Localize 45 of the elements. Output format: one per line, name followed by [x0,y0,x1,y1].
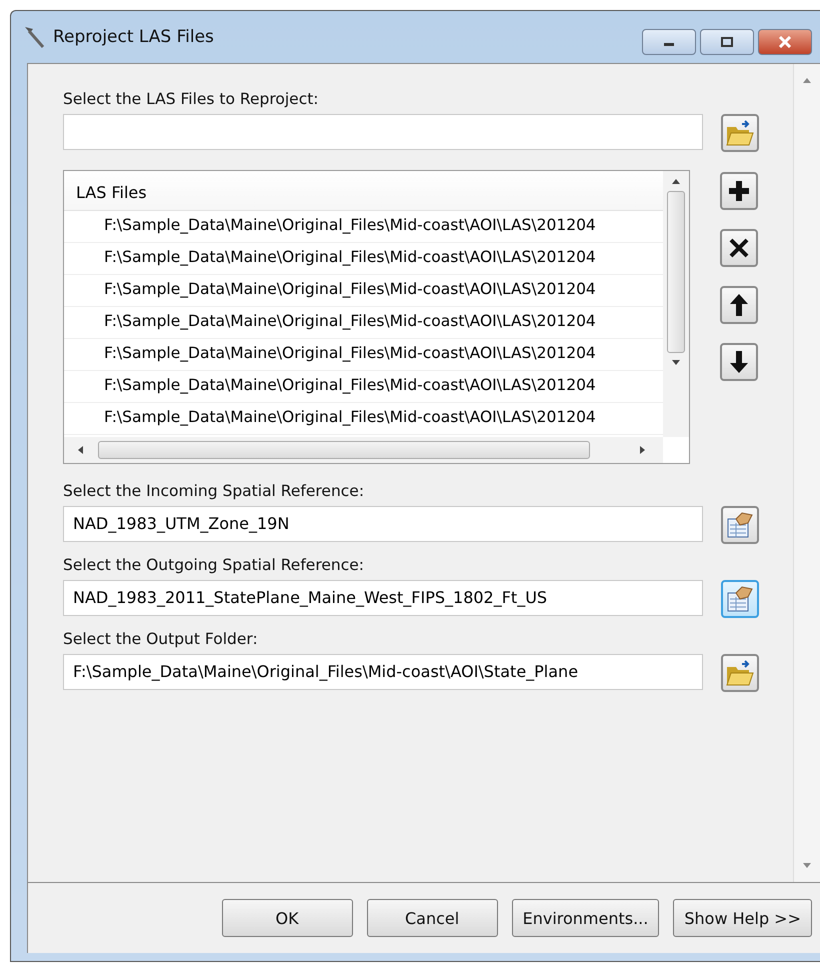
field-label: Select the Outgoing Spatial Reference: [63,556,365,574]
browse-button[interactable] [721,654,759,692]
dialog-button[interactable]: Environments... [512,899,660,937]
remove-button[interactable] [720,229,758,267]
scroll-left-icon [76,444,84,456]
move-down-button[interactable] [720,343,758,381]
scroll-up-icon [801,76,813,84]
list-row[interactable]: F:\Sample_Data\Maine\Original_Files\Mid-coast\AOI\LAS\201204 [64,211,663,243]
scroll-thumb[interactable] [98,441,590,459]
dialog-button[interactable]: Cancel [366,899,498,937]
scroll-up-icon [670,177,682,185]
maximize-icon [720,37,734,47]
list-row[interactable]: F:\Sample_Data\Maine\Original_Files\Mid-coast\AOI\LAS\201204 [64,243,663,275]
list-row[interactable]: F:\Sample_Data\Maine\Original_Files\Mid-coast\AOI\LAS\201204 [64,339,663,371]
scroll-thumb[interactable] [667,191,685,353]
plus-icon [726,178,752,204]
scroll-down-icon [801,862,813,870]
input-field[interactable] [63,114,703,150]
close-icon [777,36,793,48]
vertical-scrollbar[interactable] [793,64,820,882]
field-label: Select the Incoming Spatial Reference: [63,482,366,500]
vertical-scrollbar[interactable] [663,171,689,437]
field-label: Select the Output Folder: [63,630,259,648]
dialog-button[interactable]: Show Help >> [673,899,812,937]
browse-button[interactable] [721,580,759,618]
minimize-button[interactable] [642,29,696,55]
list-row[interactable]: F:\Sample_Data\Maine\Original_Files\Mid-coast\AOI\LAS\201204 [64,371,663,403]
list-row[interactable]: F:\Sample_Data\Maine\Original_Files\Mid-coast\AOI\LAS\201204 [64,403,663,435]
input-field[interactable]: NAD_1983_2011_StatePlane_Maine_West_FIPS_1802_Ft_US [63,580,703,616]
maximize-button[interactable] [700,29,754,55]
window-title: Reproject LAS Files [53,27,215,47]
add-button[interactable] [720,172,758,210]
browse-button[interactable] [721,114,759,152]
close-button[interactable] [758,29,812,55]
move-up-button[interactable] [720,286,758,324]
scroll-right-icon [639,444,647,456]
input-field[interactable]: NAD_1983_UTM_Zone_19N [63,506,703,542]
list-row[interactable]: F:\Sample_Data\Maine\Original_Files\Mid-coast\AOI\LAS\201204 [64,307,663,339]
browse-button[interactable] [721,506,759,544]
scroll-down-icon [670,359,682,367]
dialog-button[interactable]: OK [222,899,353,937]
input-field[interactable]: F:\Sample_Data\Maine\Original_Files\Mid-coast\AOI\State_Plane [63,654,703,690]
horizontal-scrollbar[interactable] [64,437,663,463]
field-label: Select the LAS Files to Reproject: [63,90,320,108]
list-row[interactable]: F:\Sample_Data\Maine\Original_Files\Mid-coast\AOI\LAS\201204 [64,275,663,307]
